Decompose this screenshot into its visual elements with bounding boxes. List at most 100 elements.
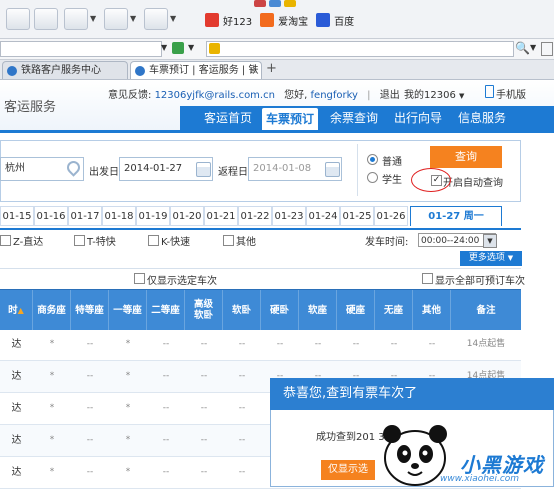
- seat-cell: --: [238, 403, 246, 413]
- page-icon[interactable]: [541, 42, 553, 56]
- home-icon[interactable]: [6, 8, 30, 30]
- depart-date-value: 2014-01-27: [124, 163, 183, 174]
- close-icon[interactable]: ×: [249, 62, 257, 79]
- date-tab[interactable]: 01-17: [68, 206, 102, 226]
- seat-cell: --: [86, 403, 94, 413]
- seat-cell: --: [390, 339, 398, 349]
- username-link[interactable]: fengforky: [311, 90, 358, 101]
- seat-cell: --: [352, 339, 360, 349]
- train-type-checkbox[interactable]: [74, 235, 85, 246]
- chevron-down-icon[interactable]: ▼: [483, 234, 497, 248]
- popup-only-show-button[interactable]: 仅显示选: [321, 460, 375, 480]
- date-tab[interactable]: 01-20: [170, 206, 204, 226]
- column-header: 硬座: [337, 290, 375, 330]
- date-tab[interactable]: 01-22: [238, 206, 272, 226]
- train-type-checkbox[interactable]: [0, 235, 11, 246]
- seat-cell: --: [86, 371, 94, 381]
- calendar-icon[interactable]: [325, 162, 340, 177]
- train-type-checkbox[interactable]: [223, 235, 234, 246]
- nav-home[interactable]: 客运首页: [198, 106, 258, 130]
- browser-tab[interactable]: 铁路客户服务中心: [2, 61, 128, 79]
- column-header-time-label: 时: [8, 304, 18, 316]
- tools-icon[interactable]: [144, 8, 168, 30]
- date-tab[interactable]: 01-24: [306, 206, 340, 226]
- note-cell: 14点起售: [466, 339, 506, 349]
- depart-time-label: 发车时间:: [365, 237, 409, 248]
- only-selected-label: 仅显示选定车次: [147, 276, 217, 287]
- station-cell: 达: [11, 467, 22, 478]
- go-icon[interactable]: [172, 42, 184, 54]
- train-type-checkbox[interactable]: [148, 235, 159, 246]
- radio-student[interactable]: [367, 172, 378, 183]
- date-tab[interactable]: 01-15: [0, 206, 34, 226]
- nav-remaining-tickets[interactable]: 余票查询: [324, 106, 384, 130]
- nav-ticket-booking[interactable]: 车票预订: [262, 108, 318, 130]
- favorites-bar: 好123 爱淘宝 百度: [205, 10, 354, 30]
- station-cell: 达: [11, 339, 22, 350]
- calendar-icon[interactable]: [196, 162, 211, 177]
- fav-link-baidu[interactable]: 百度: [334, 13, 354, 28]
- chevron-down-icon[interactable]: ▼: [130, 14, 136, 23]
- date-tab[interactable]: 01-26: [374, 206, 408, 226]
- search-icon[interactable]: 🔍: [515, 41, 530, 55]
- search-engine-icon: [209, 43, 220, 54]
- date-tab[interactable]: 01-18: [102, 206, 136, 226]
- radio-student-label: 学生: [382, 175, 402, 186]
- search-box[interactable]: [206, 41, 514, 57]
- chevron-down-icon[interactable]: ▼: [90, 14, 96, 23]
- show-bookable-label: 显示全部可预订车次: [435, 276, 525, 287]
- date-tab[interactable]: 01-23: [272, 206, 306, 226]
- browser-tab-active[interactable]: 车票预订 | 客运服务 | 铁 ×: [130, 61, 262, 79]
- fav-link-hao123[interactable]: 好123: [223, 13, 252, 28]
- more-options-button[interactable]: 更多选项 ▼: [460, 251, 522, 266]
- mail-icon[interactable]: [34, 8, 58, 30]
- extension-icon[interactable]: [284, 0, 296, 7]
- fav-link-taobao[interactable]: 爱淘宝: [278, 13, 308, 28]
- chevron-down-icon[interactable]: ▼: [161, 43, 167, 52]
- seat-cell: --: [238, 339, 246, 349]
- extension-icon[interactable]: [254, 0, 266, 7]
- logout-link[interactable]: 退出: [380, 90, 400, 101]
- new-tab-button[interactable]: +: [266, 61, 277, 76]
- seat-cell: --: [162, 467, 170, 477]
- form-icon[interactable]: [104, 8, 128, 30]
- seat-cell: *: [49, 435, 55, 445]
- query-button[interactable]: 查询: [430, 146, 502, 168]
- chevron-down-icon[interactable]: ▼: [530, 43, 536, 52]
- highlight-circle: [411, 168, 451, 192]
- date-tab[interactable]: 01-19: [136, 206, 170, 226]
- radio-normal[interactable]: [367, 154, 378, 165]
- feedback-email-link[interactable]: 12306yjfk@rails.com.cn: [155, 90, 275, 101]
- chevron-down-icon[interactable]: ▼: [188, 43, 194, 52]
- seat-cell: *: [49, 403, 55, 413]
- seat-cell: --: [86, 467, 94, 477]
- chevron-down-icon[interactable]: ▼: [170, 14, 176, 23]
- site-icon: [135, 66, 145, 76]
- show-bookable-checkbox[interactable]: [422, 273, 433, 284]
- main-nav: 客运首页 车票预订 余票查询 出行向导 信息服务: [180, 106, 554, 130]
- my12306-menu[interactable]: 我的12306 ▼: [404, 86, 464, 101]
- return-date-label: 返程日: [218, 167, 248, 178]
- nav-info-service[interactable]: 信息服务: [452, 106, 512, 130]
- phone-icon: [485, 85, 494, 98]
- chevron-down-icon: ▼: [459, 92, 465, 100]
- column-header-time[interactable]: 时 ▲: [0, 290, 33, 330]
- undo-icon[interactable]: [64, 8, 88, 30]
- depart-time-value: 00:00--24:00: [421, 236, 480, 246]
- extension-icon[interactable]: [269, 0, 281, 7]
- table-row[interactable]: 达 * -- * -- -- -- -- -- -- -- -- 14点起售: [0, 329, 521, 361]
- date-tab[interactable]: 01-21: [204, 206, 238, 226]
- only-selected-checkbox[interactable]: [134, 273, 145, 284]
- date-tab-current[interactable]: 01-27 周一: [410, 206, 502, 226]
- seat-cell: *: [125, 339, 131, 349]
- my12306-label: 我的12306: [404, 90, 456, 101]
- nav-travel-guide[interactable]: 出行向导: [388, 106, 448, 130]
- column-header: 一等座: [109, 290, 147, 330]
- date-tab[interactable]: 01-16: [34, 206, 68, 226]
- mobile-link[interactable]: 手机版: [496, 86, 526, 101]
- seat-cell: --: [276, 339, 284, 349]
- column-header: 备注: [476, 304, 496, 316]
- date-tab[interactable]: 01-25: [340, 206, 374, 226]
- url-input[interactable]: [0, 41, 162, 57]
- seat-cell: --: [162, 435, 170, 445]
